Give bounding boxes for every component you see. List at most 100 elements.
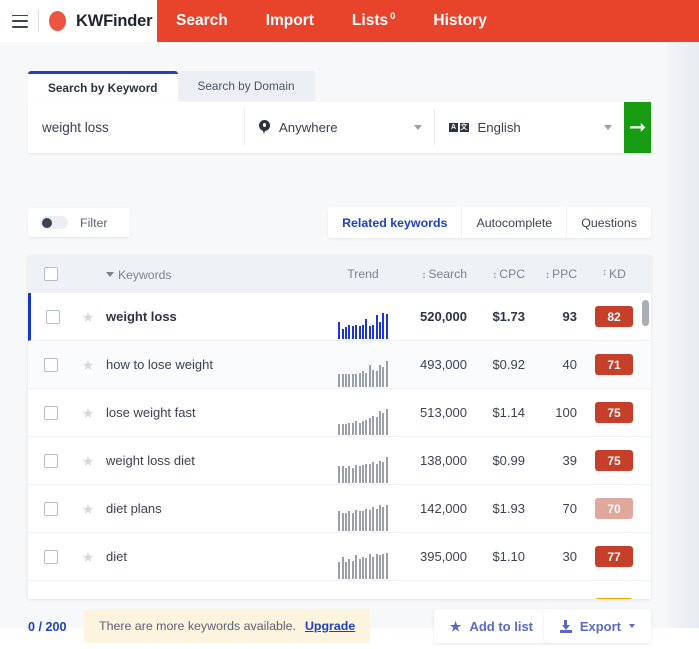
star-icon[interactable]: ★ xyxy=(82,502,95,516)
header-keywords-label: Keywords xyxy=(118,267,172,282)
select-all-checkbox[interactable] xyxy=(44,267,58,281)
nav-item-import-label: Import xyxy=(265,12,314,29)
table-header-row: Keywords Trend ↕ Search ↕ CPC ↕ PPC ↕ KD xyxy=(28,255,651,293)
nav-item-history[interactable]: History xyxy=(414,0,505,42)
row-select-cell xyxy=(28,501,74,516)
kd-badge: 70 xyxy=(595,498,633,519)
header-kd[interactable]: ↕ KD xyxy=(577,267,651,281)
header-cpc-label: CPC xyxy=(499,267,525,281)
row-checkbox[interactable] xyxy=(45,309,60,324)
header-ppc-label: PPC xyxy=(551,267,577,281)
nav-item-search[interactable]: Search xyxy=(157,0,247,42)
export-button[interactable]: Export xyxy=(543,609,651,643)
hamburger-menu-icon[interactable] xyxy=(12,14,28,28)
filter-button[interactable]: Filter xyxy=(28,208,130,237)
nav-item-lists-badge: 0 xyxy=(390,10,396,22)
row-kd-cell: 75 xyxy=(577,450,651,471)
upgrade-notice: There are more keywords available. Upgra… xyxy=(84,609,371,643)
kd-badge: 82 xyxy=(595,306,633,327)
star-icon[interactable]: ★ xyxy=(82,358,95,372)
table-row[interactable]: ★ lose weight fast 513,000 $1.14 100 75 xyxy=(28,389,651,437)
header-trend-label: Trend xyxy=(347,267,379,281)
table-row[interactable]: ★ diet 395,000 $1.10 30 77 xyxy=(28,533,651,581)
row-checkbox[interactable] xyxy=(44,453,58,468)
table-row[interactable]: ★ weight loss 520,000 $1.73 93 82 xyxy=(28,293,651,341)
row-checkbox[interactable] xyxy=(44,501,58,516)
header-search-label: Search xyxy=(428,267,467,281)
header-kd-label: KD xyxy=(609,267,626,281)
row-keyword: weight loss xyxy=(106,309,177,324)
sort-icon: ↕ xyxy=(421,270,427,281)
star-icon[interactable]: ★ xyxy=(82,454,95,468)
tab-search-by-keyword[interactable]: Search by Keyword xyxy=(28,71,178,102)
trend-sparkline xyxy=(327,552,399,579)
keyword-input-wrap xyxy=(28,102,244,153)
trend-sparkline xyxy=(327,312,399,339)
trend-sparkline xyxy=(327,504,399,531)
row-star-cell: ★ xyxy=(74,550,102,564)
row-checkbox[interactable] xyxy=(44,405,58,420)
row-ppc: 93 xyxy=(562,309,577,324)
tab-related-keywords[interactable]: Related keywords xyxy=(328,207,462,238)
filter-label: Filter xyxy=(80,215,108,230)
row-cpc: $1.73 xyxy=(492,309,525,324)
kd-badge: 77 xyxy=(595,546,633,567)
row-search-volume: 493,000 xyxy=(420,357,467,372)
search-submit-button[interactable]: ➞ xyxy=(624,102,651,153)
row-cpc: $1.93 xyxy=(492,501,525,516)
table-row[interactable]: ★ how to lose weight 493,000 $0.92 40 71 xyxy=(28,341,651,389)
row-trend xyxy=(327,544,399,579)
star-icon[interactable]: ★ xyxy=(82,550,95,564)
trend-sparkline xyxy=(327,456,399,483)
upgrade-link[interactable]: Upgrade xyxy=(305,619,355,633)
row-trend xyxy=(327,304,399,339)
nav-item-lists[interactable]: Lists 0 xyxy=(333,0,414,42)
row-select-cell xyxy=(28,549,74,564)
brand-block: KWFinder xyxy=(0,0,157,42)
table-row[interactable]: ★ weight loss diet 138,000 $0.99 39 75 xyxy=(28,437,651,485)
tab-search-by-domain[interactable]: Search by Domain xyxy=(177,71,315,101)
kd-badge: 75 xyxy=(595,450,633,471)
tab-questions[interactable]: Questions xyxy=(566,207,651,238)
header-keywords[interactable]: Keywords xyxy=(102,266,327,282)
row-search-volume: 138,000 xyxy=(420,453,467,468)
header-cpc[interactable]: ↕ CPC xyxy=(467,267,525,281)
select-all-cell xyxy=(28,267,74,281)
tab-autocomplete[interactable]: Autocomplete xyxy=(461,207,567,238)
table-row[interactable]: ★ diet plans 142,000 $1.93 70 70 xyxy=(28,485,651,533)
table-scrollbar-thumb[interactable] xyxy=(642,300,649,326)
star-icon[interactable]: ★ xyxy=(82,406,95,420)
language-select-value: English xyxy=(477,120,521,135)
row-kd-cell: 70 xyxy=(577,498,651,519)
upgrade-notice-text: There are more keywords available. xyxy=(99,619,296,633)
location-select[interactable]: Anywhere xyxy=(245,102,434,153)
keyword-input[interactable] xyxy=(42,120,244,135)
row-ppc: 100 xyxy=(555,405,577,420)
row-cpc: $0.99 xyxy=(492,453,525,468)
header-search[interactable]: ↕ Search xyxy=(399,267,467,281)
header-ppc[interactable]: ↕ PPC xyxy=(525,267,577,281)
nav-item-import[interactable]: Import xyxy=(247,0,333,42)
sort-icon: ↕ xyxy=(492,270,498,281)
table-row-partial[interactable] xyxy=(28,581,651,599)
keywords-table: Keywords Trend ↕Search ↕CPC ↕PPC ↕KD xyxy=(28,255,651,599)
filter-toggle[interactable] xyxy=(40,216,68,229)
row-cpc: $1.10 xyxy=(492,549,525,564)
row-star-cell: ★ xyxy=(74,502,102,516)
row-checkbox[interactable] xyxy=(44,357,58,372)
row-search-volume: 142,000 xyxy=(420,501,467,516)
tab-search-by-domain-label: Search by Domain xyxy=(197,79,295,93)
row-star-cell: ★ xyxy=(74,454,102,468)
top-navigation-bar: KWFinder Search Import Lists 0 History xyxy=(0,0,699,42)
export-label: Export xyxy=(579,618,621,634)
row-checkbox[interactable] xyxy=(44,549,58,564)
add-to-list-button[interactable]: ★ Add to list xyxy=(433,609,549,643)
tab-questions-label: Questions xyxy=(581,215,637,230)
row-search-volume: 395,000 xyxy=(420,549,467,564)
star-icon[interactable]: ★ xyxy=(82,310,95,324)
language-select[interactable]: A文 English xyxy=(435,102,624,153)
right-gutter xyxy=(667,42,699,628)
row-ppc: 40 xyxy=(562,357,577,372)
row-trend xyxy=(327,400,399,435)
nav-item-lists-label: Lists xyxy=(351,12,389,29)
